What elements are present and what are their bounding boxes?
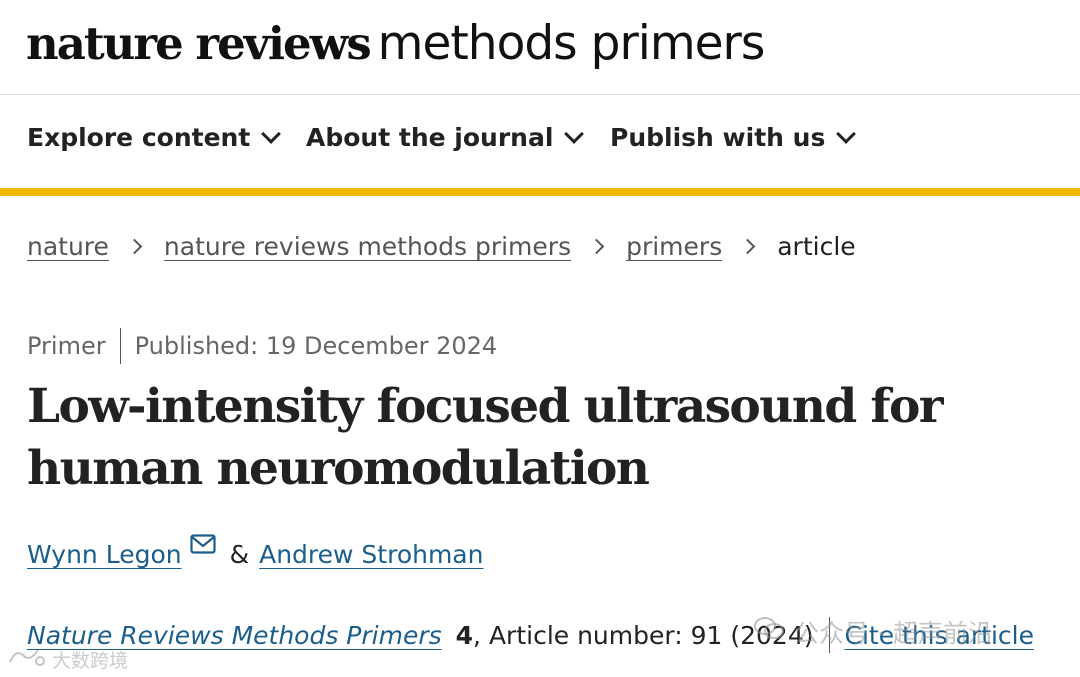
author-list: Wynn Legon & Andrew Strohman [27, 534, 483, 569]
breadcrumb: nature nature reviews methods primers pr… [27, 232, 856, 261]
chevron-right-icon [126, 238, 143, 255]
logo-bold-text: nature reviews [26, 17, 372, 70]
volume-number: 4 [455, 620, 474, 650]
journal-link[interactable]: Nature Reviews Methods Primers [27, 621, 442, 650]
chevron-down-icon [836, 123, 857, 144]
chevron-right-icon [588, 238, 605, 255]
nav-item-label: Publish with us [610, 123, 826, 152]
breadcrumb-item-nature[interactable]: nature [27, 232, 109, 261]
article-number: , Article number: 91 (2024) [473, 620, 814, 650]
breadcrumb-current: article [777, 232, 856, 261]
site-header: nature reviews methods primers [0, 0, 1080, 95]
article-type: Primer [27, 332, 106, 360]
breadcrumb-item-primers[interactable]: primers [626, 232, 722, 261]
citation-line: Nature Reviews Methods Primers 4 , Artic… [27, 617, 1034, 653]
nav-explore-content[interactable]: Explore content [27, 123, 282, 152]
logo-light-text: methods primers [377, 16, 766, 71]
chevron-down-icon [564, 123, 585, 144]
nav-item-label: About the journal [306, 123, 554, 152]
journal-logo[interactable]: nature reviews methods primers [26, 12, 766, 87]
nav-item-label: Explore content [27, 123, 251, 152]
nav-publish-with-us[interactable]: Publish with us [610, 123, 857, 152]
article-meta: Primer Published: 19 December 2024 [27, 328, 497, 364]
author-link-wynn-legon[interactable]: Wynn Legon [27, 540, 182, 569]
meta-divider [119, 328, 121, 364]
citation-divider [829, 617, 831, 653]
mail-icon[interactable] [189, 531, 216, 560]
cite-this-article-link[interactable]: Cite this article [844, 621, 1034, 650]
breadcrumb-item-journal[interactable]: nature reviews methods primers [164, 232, 571, 261]
publish-date: Published: 19 December 2024 [134, 332, 498, 360]
nav-about-journal[interactable]: About the journal [306, 123, 585, 152]
author-separator: & [229, 540, 250, 569]
chevron-down-icon [261, 123, 282, 144]
main-nav: Explore content About the journal Publis… [0, 95, 1080, 189]
article-title: Low-intensity focused ultrasound for hum… [27, 379, 943, 496]
author-link-andrew-strohman[interactable]: Andrew Strohman [259, 540, 483, 569]
nav-accent-bar [0, 188, 1080, 196]
chevron-right-icon [739, 238, 756, 255]
